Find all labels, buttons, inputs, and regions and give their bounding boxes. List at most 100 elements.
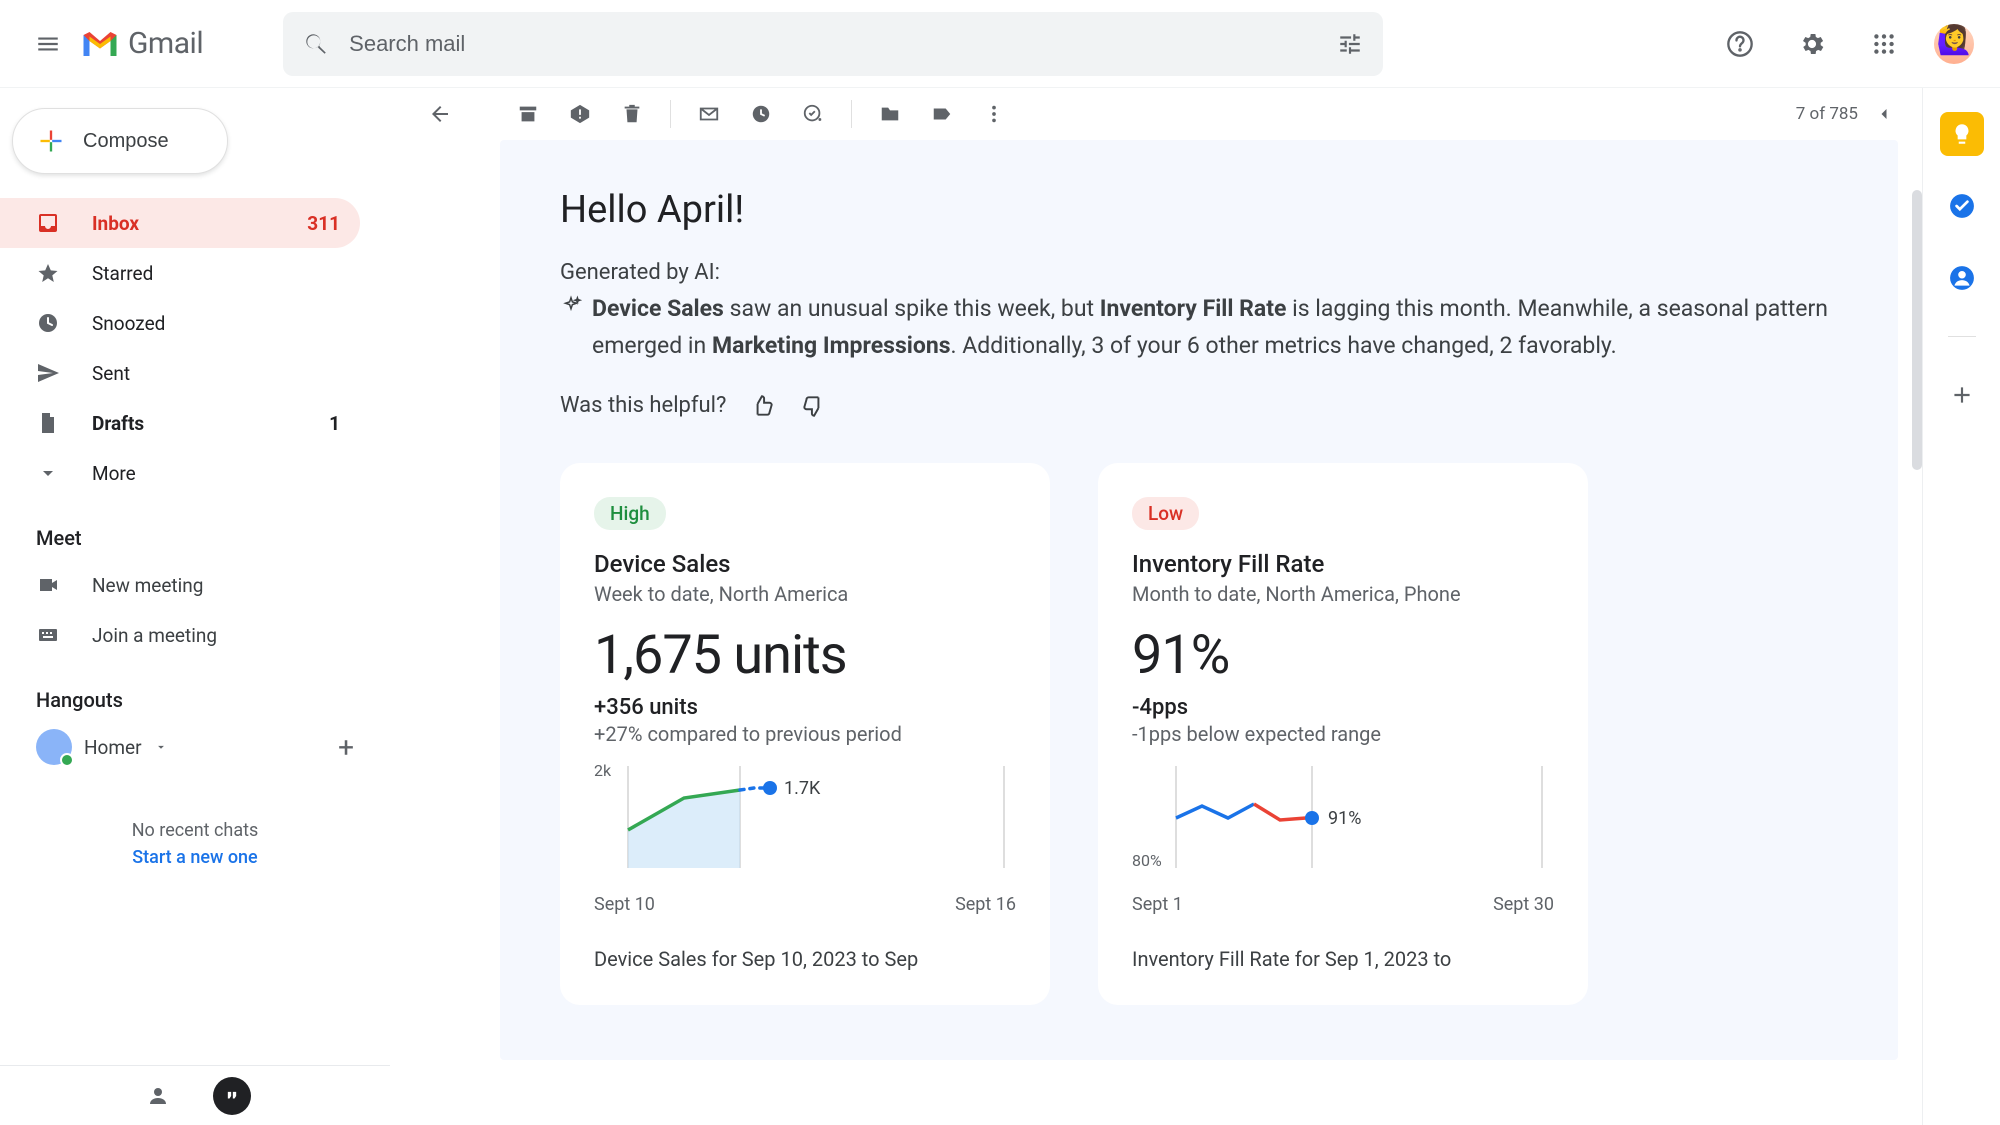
card-footer: Inventory Fill Rate for Sep 1, 2023 to [1132, 947, 1554, 971]
sidebar: Compose Inbox 311 Starred Snoozed Sent D… [0, 88, 390, 1125]
gear-icon [1798, 30, 1826, 58]
add-task-button[interactable] [791, 92, 835, 136]
new-meeting-button[interactable]: New meeting [0, 560, 390, 610]
sidebar-item-snoozed[interactable]: Snoozed [0, 298, 360, 348]
apps-button[interactable] [1860, 20, 1908, 68]
send-icon [36, 361, 64, 385]
task-icon [802, 103, 824, 125]
join-meeting-button[interactable]: Join a meeting [0, 610, 390, 660]
y-axis-label: 2k [594, 761, 612, 780]
nav-label: Inbox [92, 212, 139, 235]
metric-cards: High Device Sales Week to date, North Am… [560, 463, 1838, 1005]
keep-button[interactable] [1940, 112, 1984, 156]
more-vert-icon [983, 103, 1005, 125]
nav-label: Snoozed [92, 312, 165, 335]
arrow-left-icon [428, 102, 452, 126]
header-actions [1716, 20, 1976, 68]
presence-indicator-icon [60, 753, 74, 767]
move-button[interactable] [868, 92, 912, 136]
label-button[interactable] [920, 92, 964, 136]
gmail-m-icon [80, 29, 120, 59]
file-icon [36, 411, 64, 435]
sidebar-item-sent[interactable]: Sent [0, 348, 360, 398]
prev-email-button[interactable] [1874, 104, 1894, 124]
compose-label: Compose [83, 130, 169, 153]
empty-chats-text: No recent chats [0, 820, 390, 841]
card-subtitle: Month to date, North America, Phone [1132, 582, 1554, 606]
back-button[interactable] [418, 92, 462, 136]
card-subtitle: Week to date, North America [594, 582, 1016, 606]
summary-bold: Marketing Impressions [712, 332, 951, 359]
x-end: Sept 16 [955, 894, 1016, 915]
thumbs-down-icon [800, 393, 826, 419]
status-badge: High [594, 497, 666, 530]
sidebar-item-starred[interactable]: Starred [0, 248, 360, 298]
sidebar-item-more[interactable]: More [0, 448, 360, 498]
settings-button[interactable] [1788, 20, 1836, 68]
sidebar-item-inbox[interactable]: Inbox 311 [0, 198, 360, 248]
thumbs-up-icon [750, 393, 776, 419]
contacts-tab-button[interactable] [139, 1077, 177, 1115]
spam-button[interactable] [558, 92, 602, 136]
email-body: Hello April! Generated by AI: Device Sal… [500, 140, 1898, 1060]
dropdown-icon [154, 740, 168, 754]
meet-header: Meet [0, 498, 390, 560]
nav-count: 311 [307, 212, 340, 235]
plus-icon [37, 127, 65, 155]
tasks-icon [1949, 193, 1975, 219]
card-delta: +356 units [594, 695, 1016, 720]
search-options-icon[interactable] [1337, 31, 1363, 57]
support-button[interactable] [1716, 20, 1764, 68]
snooze-button[interactable] [739, 92, 783, 136]
ai-summary: Device Sales saw an unusual spike this w… [560, 291, 1838, 365]
delete-button[interactable] [610, 92, 654, 136]
contacts-button[interactable] [1940, 256, 1984, 300]
x-axis-labels: Sept 1 Sept 30 [1132, 894, 1554, 915]
card-delta: -4pps [1132, 695, 1554, 720]
search-input[interactable] [349, 31, 1337, 57]
mark-unread-button[interactable] [687, 92, 731, 136]
lightbulb-icon [1949, 121, 1975, 147]
thumbs-down-button[interactable] [800, 393, 826, 419]
hangouts-header: Hangouts [0, 660, 390, 722]
nav-label: Drafts [92, 412, 144, 435]
star-icon [36, 261, 64, 285]
start-chat-link[interactable]: Start a new one [0, 847, 390, 868]
person-icon [146, 1084, 170, 1108]
add-chat-button[interactable]: + [338, 731, 354, 764]
rail-separator [1948, 336, 1976, 337]
hangouts-account[interactable]: Homer + [0, 722, 390, 772]
clock-icon [36, 311, 64, 335]
sidebar-item-drafts[interactable]: Drafts 1 [0, 398, 360, 448]
thumbs-up-button[interactable] [750, 393, 776, 419]
hangouts-tab-button[interactable] [213, 1077, 251, 1115]
archive-button[interactable] [506, 92, 550, 136]
meet-label: New meeting [92, 574, 203, 597]
scrollbar-thumb[interactable] [1912, 190, 1922, 470]
summary-bold: Inventory Fill Rate [1100, 295, 1287, 322]
clock-icon [750, 103, 772, 125]
quote-icon [222, 1086, 242, 1106]
nav-label: Sent [92, 362, 130, 385]
main-menu-button[interactable] [24, 20, 72, 68]
more-button[interactable] [972, 92, 1016, 136]
main-area: 7 of 785 Hello April! Generated by AI: D… [390, 88, 2000, 1125]
summary-text: . Additionally, 3 of your 6 other metric… [951, 332, 1617, 359]
card-value: 1,675 units [594, 624, 1016, 687]
gmail-logo[interactable]: Gmail [80, 26, 203, 61]
feedback-row: Was this helpful? [560, 393, 1838, 419]
summary-text: saw an unusual spike this week, but [724, 295, 1100, 322]
plus-icon [1949, 382, 1975, 408]
add-addon-button[interactable] [1940, 373, 1984, 417]
chevron-down-icon [36, 461, 64, 485]
point-label: 1.7K [784, 778, 821, 799]
search-bar[interactable] [283, 12, 1383, 76]
compose-button[interactable]: Compose [12, 108, 228, 174]
tasks-button[interactable] [1940, 184, 1984, 228]
header: Gmail [0, 0, 2000, 88]
metric-card-inventory-fill: Low Inventory Fill Rate Month to date, N… [1098, 463, 1588, 1005]
card-chart: 2k 1.7K [594, 760, 1016, 890]
account-avatar[interactable] [1932, 22, 1976, 66]
apps-grid-icon [1871, 31, 1897, 57]
card-title: Inventory Fill Rate [1132, 550, 1554, 578]
